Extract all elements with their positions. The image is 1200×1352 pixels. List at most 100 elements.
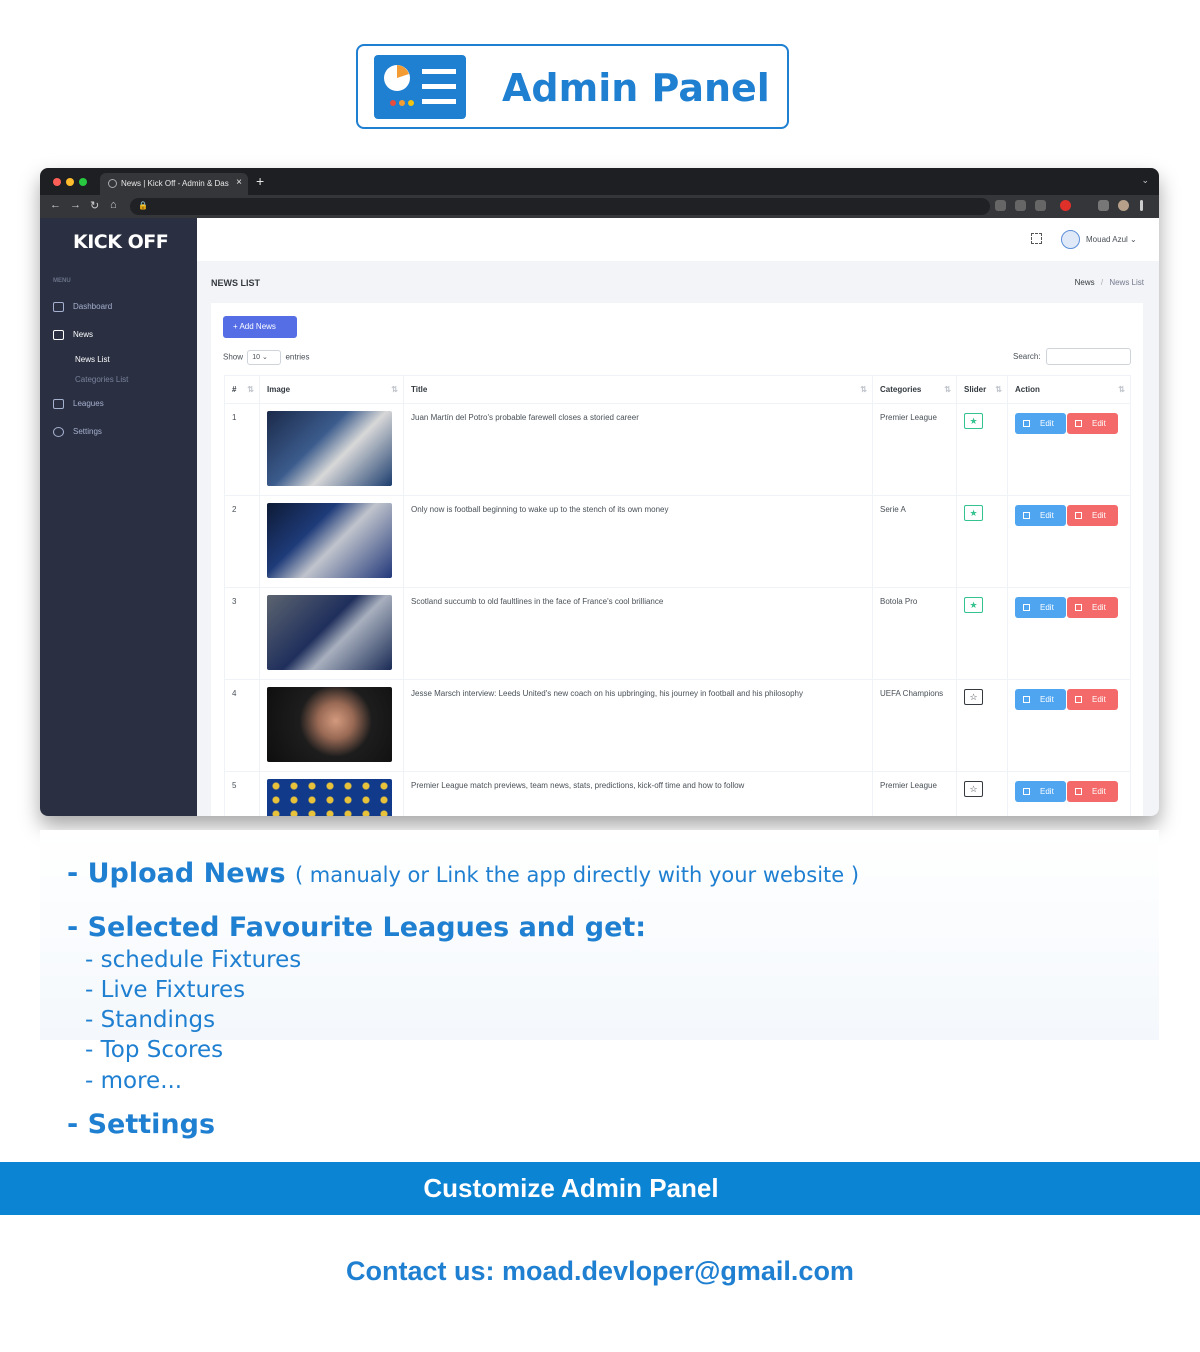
globe-icon [108, 179, 117, 188]
new-tab-button[interactable]: + [256, 173, 264, 189]
sidebar-item-label: Settings [73, 427, 102, 437]
sidebar-item-settings[interactable]: Settings [53, 427, 102, 437]
column-categories[interactable]: Categories ⇅ [872, 375, 957, 404]
column-slider[interactable]: Slider ⇅ [956, 375, 1008, 404]
edit-button[interactable]: Edit [1015, 597, 1066, 618]
sort-icon[interactable]: ⇅ [860, 385, 867, 394]
reload-icon[interactable]: ↻ [90, 199, 99, 212]
row-slider-cell: ★ [956, 403, 1008, 496]
row-category: UEFA Champions [872, 679, 957, 772]
close-window-dot[interactable] [53, 178, 61, 186]
table-header-row: # ⇅ Image ⇅ Title ⇅ Categories ⇅ Slider ⇅ Act… [224, 375, 1131, 404]
trash-icon [1075, 604, 1082, 611]
star-icon[interactable]: ★ [964, 597, 983, 613]
edit-icon [1023, 696, 1030, 703]
fullscreen-icon[interactable] [1031, 233, 1042, 244]
star-icon[interactable]: ★ [964, 413, 983, 429]
show-prefix: Show [223, 352, 244, 362]
entries-select[interactable]: 10 ⌄ [247, 350, 282, 365]
edit-button[interactable]: Edit [1015, 781, 1066, 802]
row-category: Botola Pro [872, 587, 957, 680]
show-entries: Show 10 ⌄ entries [223, 350, 310, 365]
home-icon[interactable]: ⌂ [110, 199, 117, 211]
translate-icon[interactable] [995, 200, 1006, 211]
star-icon[interactable]: ★ [964, 505, 983, 521]
edit-button[interactable]: Edit [1015, 689, 1066, 710]
close-tab-icon[interactable]: × [236, 177, 242, 188]
menu-label: MENU [53, 278, 71, 284]
puzzle-icon[interactable] [1098, 200, 1109, 211]
url-input[interactable]: 🔒 [130, 198, 990, 215]
trash-icon [1075, 788, 1082, 795]
sidebar-item-dashboard[interactable]: Dashboard [53, 302, 112, 312]
delete-button[interactable]: Edit [1067, 505, 1118, 526]
more-menu-icon[interactable] [1140, 200, 1143, 211]
user-menu[interactable]: Mouad Azul ⌄ [1086, 235, 1137, 244]
chevron-down-icon[interactable]: ⌄ [1141, 175, 1149, 186]
minimize-window-dot[interactable] [66, 178, 74, 186]
star-outline-icon[interactable]: ☆ [964, 689, 983, 705]
gear-icon [53, 427, 64, 437]
table-row: 4 Jesse Marsch interview: Leeds United's… [224, 679, 1131, 772]
lock-icon: 🔒 [138, 201, 148, 210]
edit-icon [1023, 420, 1030, 427]
row-category: Serie A [872, 495, 957, 588]
row-slider-cell: ★ [956, 495, 1008, 588]
sidebar-item-leagues[interactable]: Leagues [53, 399, 104, 409]
column-title[interactable]: Title ⇅ [403, 375, 873, 404]
breadcrumb-news[interactable]: News [1075, 278, 1095, 287]
page-title: NEWS LIST [211, 278, 260, 288]
forward-icon[interactable]: → [70, 199, 81, 211]
delete-button[interactable]: Edit [1067, 597, 1118, 618]
extension-icon[interactable] [1060, 200, 1071, 211]
profile-avatar[interactable] [1118, 200, 1129, 211]
brand-logo[interactable]: KICK OFF [73, 231, 169, 253]
sidebar-subitem-categories-list[interactable]: Categories List [75, 375, 128, 384]
row-number: 2 [224, 495, 260, 588]
sidebar-item-news[interactable]: News [53, 330, 93, 340]
news-thumbnail-image [267, 503, 392, 578]
star-outline-icon[interactable]: ☆ [964, 781, 983, 797]
breadcrumb-news-list: News List [1109, 278, 1144, 287]
breadcrumb: News / News List [1075, 278, 1144, 287]
sidebar: KICK OFF MENU Dashboard News News List C… [40, 218, 197, 816]
row-actions: Edit Edit [1007, 771, 1131, 816]
search-input[interactable] [1046, 348, 1131, 365]
sidebar-item-label: Dashboard [73, 302, 113, 312]
delete-button[interactable]: Edit [1067, 781, 1118, 802]
share-icon[interactable] [1015, 200, 1026, 211]
delete-button[interactable]: Edit [1067, 689, 1118, 710]
edit-button[interactable]: Edit [1015, 413, 1066, 434]
maximize-window-dot[interactable] [79, 178, 87, 186]
edit-icon [1023, 788, 1030, 795]
sort-icon[interactable]: ⇅ [1118, 385, 1125, 394]
sort-icon[interactable]: ⇅ [247, 385, 254, 394]
row-slider-cell: ☆ [956, 771, 1008, 816]
feature-list-item: - more... [85, 1068, 183, 1094]
add-news-button[interactable]: + Add News [223, 316, 297, 338]
news-thumbnail-image [267, 411, 392, 486]
sort-icon[interactable]: ⇅ [391, 385, 398, 394]
sort-icon[interactable]: ⇅ [995, 385, 1002, 394]
feature-list-item: - Live Fixtures [85, 977, 246, 1003]
column-action[interactable]: Action ⇅ [1007, 375, 1131, 404]
show-suffix: entries [285, 352, 310, 362]
row-category: Premier League [872, 403, 957, 496]
browser-tab[interactable]: News | Kick Off - Admin & Das × [100, 173, 248, 195]
edit-button[interactable]: Edit [1015, 505, 1066, 526]
feature-heading: - Upload News [67, 858, 286, 889]
delete-button[interactable]: Edit [1067, 413, 1118, 434]
sidebar-subitem-news-list[interactable]: News List [75, 355, 110, 364]
sort-icon[interactable]: ⇅ [944, 385, 951, 394]
newspaper-icon [53, 330, 64, 340]
back-icon[interactable]: ← [50, 199, 61, 211]
column-image[interactable]: Image ⇅ [259, 375, 404, 404]
column-number[interactable]: # ⇅ [224, 375, 260, 404]
star-bookmark-icon[interactable] [1035, 200, 1046, 211]
row-image-cell [259, 403, 404, 496]
row-actions: Edit Edit [1007, 403, 1131, 496]
top-header: Mouad Azul ⌄ [197, 218, 1159, 261]
news-list-card: + Add News Show 10 ⌄ entries Search: # ⇅ … [211, 303, 1143, 816]
user-avatar[interactable] [1061, 230, 1080, 249]
search-label: Search: [1013, 352, 1041, 361]
